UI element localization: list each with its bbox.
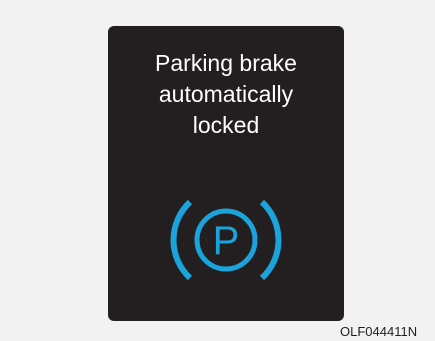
parking-icon-letter: P xyxy=(213,219,240,263)
message-line-1: Parking brake xyxy=(155,50,297,76)
cluster-display-panel: Parking brake automatically locked P xyxy=(108,26,344,321)
message-line-3: locked xyxy=(192,112,260,138)
message-line-2: automatically xyxy=(158,81,294,107)
parking-brake-message: Parking brake automatically locked xyxy=(108,48,344,141)
parking-brake-icon: P xyxy=(170,199,282,281)
image-code-label: OLF044411N xyxy=(340,325,418,339)
